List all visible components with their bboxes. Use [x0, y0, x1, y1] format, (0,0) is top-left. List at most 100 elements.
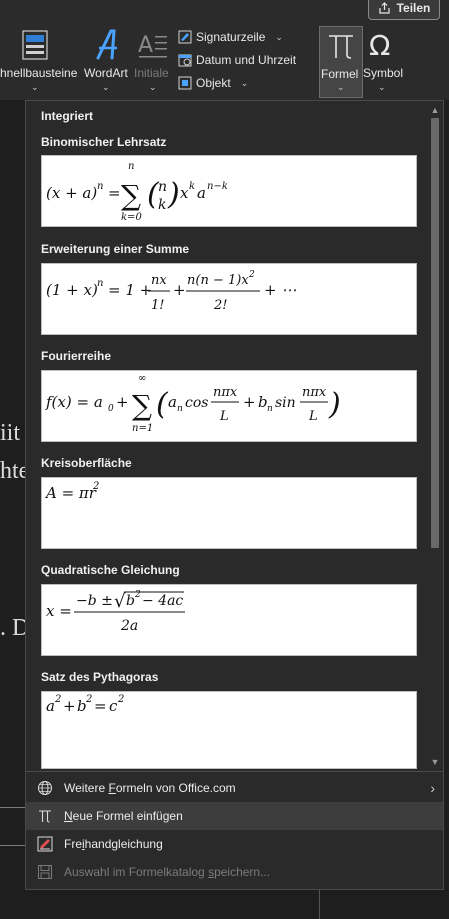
svg-text:(1 + x): (1 + x) [46, 281, 98, 299]
equation-title: Fourierreihe [41, 349, 112, 363]
svg-text:n: n [177, 404, 183, 414]
divider [319, 890, 320, 919]
svg-text:k=0: k=0 [121, 212, 142, 223]
equation-title: Erweiterung einer Summe [41, 242, 190, 256]
dropcap-button: A [138, 30, 168, 63]
formel-button[interactable]: Formel ⌄ [319, 26, 363, 98]
svg-text:x =: x = [46, 602, 72, 620]
equation-title: Satz des Pythagoras [41, 670, 159, 684]
more-equations-office-item[interactable]: Weitere Formeln von Office.com › [26, 774, 443, 802]
signature-line-label: Signaturzeile [196, 30, 266, 44]
chevron-down-icon: ⌄ [31, 82, 39, 92]
wordart-button[interactable] [93, 28, 123, 63]
svg-text:n: n [97, 278, 103, 289]
pi-icon [329, 35, 353, 59]
scroll-up-icon[interactable]: ▲ [428, 103, 442, 117]
svg-text:+: + [243, 393, 256, 411]
svg-text:∞: ∞ [138, 373, 146, 384]
quick-parts-button[interactable] [22, 30, 48, 63]
equation-fourier[interactable]: f(x) = a 0 + ∞ ∑ n=1 ( a n cos nπx L + b… [41, 370, 417, 442]
object-button[interactable]: Objekt ⌄ [178, 76, 248, 90]
calendar-icon [178, 54, 192, 67]
equation-render: A = πr 2 [44, 481, 99, 502]
equation-render: (x + a) n = n ∑ k=0 ( n k ) x k a n−k [46, 161, 228, 223]
equation-quadratic[interactable]: x = −b ± √ b 2 − 4ac 2a [41, 584, 417, 656]
equation-title: Binomischer Lehrsatz [41, 135, 167, 149]
svg-text:nx: nx [151, 273, 167, 288]
svg-text:2: 2 [92, 481, 99, 492]
chevron-down-icon: ⌄ [102, 82, 110, 92]
wordart-label: WordArt [84, 66, 128, 80]
svg-text:− 4ac: − 4ac [142, 593, 183, 609]
svg-text:1!: 1! [151, 298, 165, 313]
svg-text:= 1 +: = 1 + [108, 281, 152, 299]
ribbon: Teilen hnellbausteine ⌄ WordArt ⌄ A Init… [0, 0, 449, 101]
equation-pythagoras[interactable]: a 2 + b 2 = c 2 [41, 691, 417, 769]
svg-text:x: x [180, 184, 189, 202]
svg-text:=: = [94, 697, 107, 715]
pi-icon [39, 810, 51, 823]
equation-render: f(x) = a 0 + ∞ ∑ n=1 ( a n cos nπx L + b… [45, 373, 341, 434]
object-icon [178, 76, 192, 90]
equation-sum-expansion[interactable]: (1 + x) n = 1 + nx 1! + n(n − 1)x 2 2! +… [41, 263, 417, 335]
svg-text:√: √ [114, 591, 126, 612]
svg-text:cos: cos [185, 395, 208, 411]
scroll-down-icon[interactable]: ▼ [428, 755, 442, 769]
ink-equation-icon [37, 836, 53, 852]
svg-text:L: L [219, 409, 229, 424]
omega-icon: Ω [369, 29, 390, 62]
scroll-thumb[interactable] [431, 118, 439, 548]
gallery-section-header: Integriert [41, 109, 94, 123]
globe-icon [38, 781, 52, 795]
initiale-label: Initiale [134, 66, 169, 80]
equation-binomial[interactable]: (x + a) n = n ∑ k=0 ( n k ) x k a n−k [41, 155, 417, 227]
svg-text:2: 2 [134, 590, 141, 600]
insert-new-equation-item[interactable]: Neue Formel einfügen [26, 802, 443, 830]
date-time-label: Datum und Uhrzeit [196, 53, 297, 67]
menu-item-label: Freihandgleichung [64, 837, 163, 851]
signature-line-button[interactable]: Signaturzeile ⌄ [178, 30, 283, 44]
equation-title: Kreisoberfläche [41, 456, 132, 470]
svg-text:k: k [189, 181, 195, 192]
gallery-scrollbar[interactable]: ▲ ▼ [428, 101, 442, 769]
equation-gallery-list[interactable]: Binomischer Lehrsatz (x + a) n = n ∑ k=0… [26, 129, 426, 769]
svg-text:(x + a): (x + a) [46, 184, 97, 202]
document-text: iit [0, 420, 21, 446]
equation-render: x = −b ± √ b 2 − 4ac 2a [46, 590, 185, 634]
formel-label: Formel [321, 67, 359, 81]
save-icon [38, 865, 52, 879]
divider [0, 807, 26, 808]
share-icon [378, 1, 390, 14]
chevron-right-icon: › [430, 780, 435, 796]
svg-text:+: + [173, 281, 186, 299]
svg-text:=: = [108, 184, 121, 202]
save-selection-to-gallery-item: Auswahl im Formelkatalog speichern... [26, 858, 443, 886]
chevron-down-icon: ⌄ [149, 82, 157, 92]
date-time-button[interactable]: Datum und Uhrzeit [178, 53, 296, 67]
svg-text:0: 0 [108, 404, 114, 414]
svg-text:nπx: nπx [213, 385, 238, 400]
menu-item-label: Weitere Formeln von Office.com [64, 781, 236, 795]
svg-text:A = πr: A = πr [44, 484, 97, 502]
svg-text:k: k [158, 197, 166, 213]
divider [0, 845, 26, 846]
chevron-down-icon: ⌄ [378, 82, 386, 92]
svg-text:+ ⋯: + ⋯ [264, 281, 296, 299]
svg-text:n−k: n−k [207, 181, 228, 192]
svg-text:n=1: n=1 [132, 423, 153, 434]
svg-text:n(n − 1)x: n(n − 1)x [187, 273, 249, 288]
svg-text:2a: 2a [120, 618, 138, 634]
svg-text:2: 2 [117, 694, 124, 705]
svg-text:2: 2 [54, 694, 61, 705]
menu-item-label: Auswahl im Formelkatalog speichern... [64, 865, 271, 879]
symbol-button[interactable]: Ω [368, 29, 396, 63]
ink-equation-item[interactable]: Freihandgleichung [26, 830, 443, 858]
svg-text:): ) [328, 387, 341, 422]
equation-render: a 2 + b 2 = c 2 [46, 694, 124, 715]
svg-text:b: b [126, 593, 135, 609]
share-button[interactable]: Teilen [368, 0, 440, 20]
chevron-down-icon: ⌄ [240, 77, 249, 88]
equation-circle-area[interactable]: A = πr 2 [41, 477, 417, 549]
svg-text:n: n [267, 404, 273, 414]
svg-text:+: + [63, 697, 76, 715]
